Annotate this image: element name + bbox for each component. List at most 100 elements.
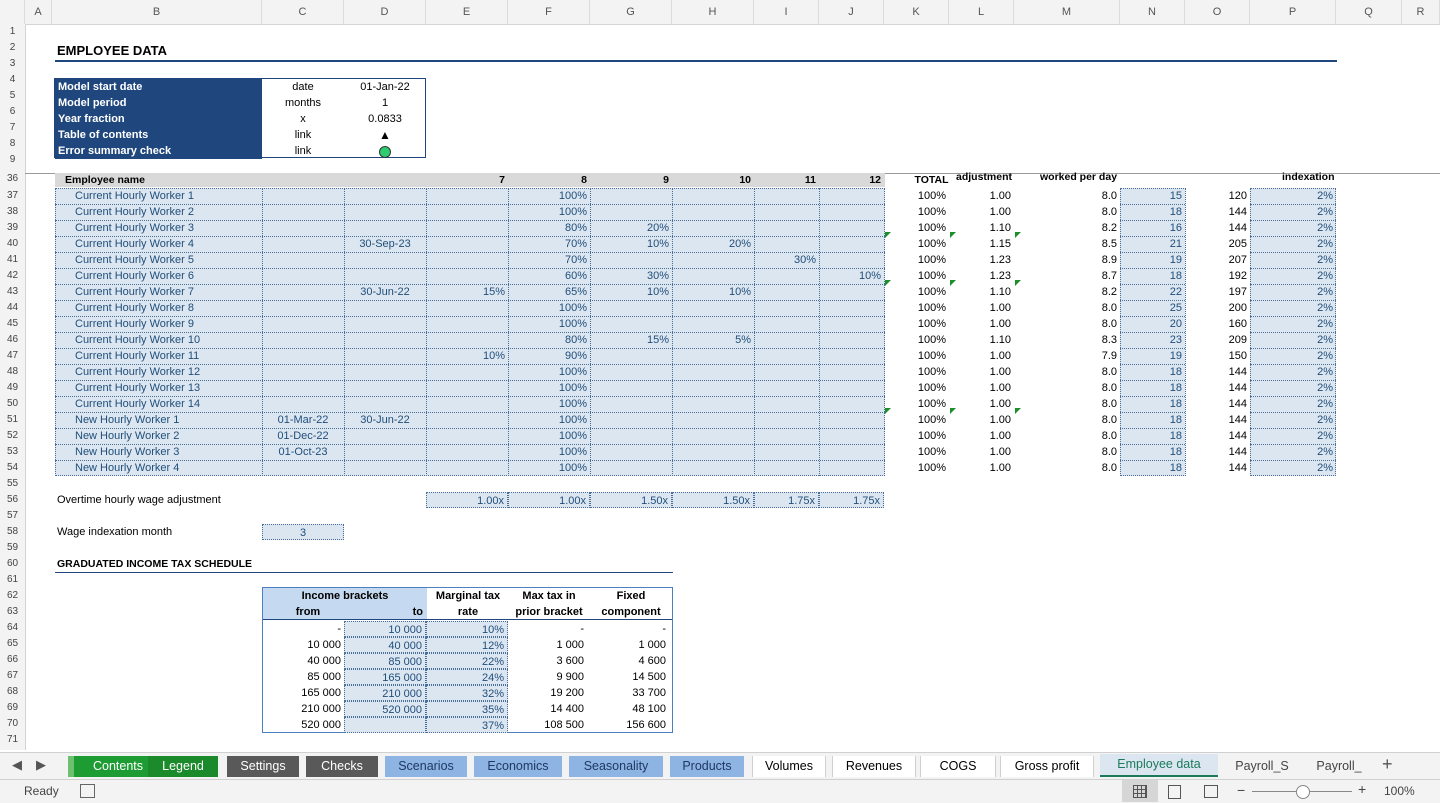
row-number[interactable]: 69 — [0, 700, 25, 716]
row-number[interactable]: 3 — [0, 56, 25, 72]
row-number[interactable]: 62 — [0, 588, 25, 604]
row-number[interactable]: 61 — [0, 572, 25, 588]
column-header-l[interactable]: L — [949, 0, 1014, 24]
row-number[interactable]: 64 — [0, 620, 25, 636]
row-number[interactable]: 51 — [0, 412, 25, 428]
row-number[interactable]: 59 — [0, 540, 25, 556]
row-number[interactable]: 68 — [0, 684, 25, 700]
row-number[interactable]: 60 — [0, 556, 25, 572]
sheet-tab-settings[interactable]: Settings — [227, 756, 299, 777]
row-number[interactable]: 37 — [0, 188, 25, 204]
row-number[interactable]: 45 — [0, 316, 25, 332]
rate-input[interactable]: 24% — [426, 669, 508, 685]
row-number[interactable]: 5 — [0, 88, 25, 104]
row-number[interactable]: 47 — [0, 348, 25, 364]
row-number[interactable]: 54 — [0, 460, 25, 476]
column-header-b[interactable]: B — [52, 0, 262, 24]
column-header-r[interactable]: R — [1402, 0, 1440, 24]
overtime-input[interactable]: 1.00x — [508, 492, 590, 508]
row-number[interactable]: 50 — [0, 396, 25, 412]
row-number[interactable]: 38 — [0, 204, 25, 220]
row-number[interactable]: 42 — [0, 268, 25, 284]
macro-record-icon[interactable] — [80, 784, 95, 798]
overtime-input[interactable]: 1.75x — [819, 492, 884, 508]
sheet-tab-payroll-s[interactable]: Payroll_S — [1222, 756, 1302, 777]
sheet-tab-revenues[interactable]: Revenues — [832, 756, 916, 777]
sheet-tab-employee-data[interactable]: Employee data — [1100, 754, 1218, 777]
rate-input[interactable]: 37% — [426, 717, 508, 733]
column-header-j[interactable]: J — [819, 0, 884, 24]
overtime-input[interactable]: 1.50x — [590, 492, 672, 508]
row-number[interactable]: 56 — [0, 492, 25, 508]
row-number[interactable]: 2 — [0, 40, 25, 56]
page-break-icon[interactable] — [1204, 785, 1218, 798]
row-number[interactable]: 63 — [0, 604, 25, 620]
rate-input[interactable]: 35% — [426, 701, 508, 717]
row-number[interactable]: 4 — [0, 72, 25, 88]
page-layout-icon[interactable] — [1168, 785, 1181, 799]
rate-input[interactable]: 32% — [426, 685, 508, 701]
column-header-n[interactable]: N — [1120, 0, 1185, 24]
bracket-to-input[interactable]: 85 000 — [344, 653, 426, 669]
bracket-to-input[interactable]: 40 000 — [344, 637, 426, 653]
rate-input[interactable]: 12% — [426, 637, 508, 653]
bracket-to-input[interactable]: 165 000 — [344, 669, 426, 685]
row-number[interactable]: 49 — [0, 380, 25, 396]
row-number[interactable]: 57 — [0, 508, 25, 524]
row-number[interactable]: 70 — [0, 716, 25, 732]
row-number[interactable]: 48 — [0, 364, 25, 380]
sheet-tab-scenarios[interactable]: Scenarios — [385, 756, 467, 777]
column-header-o[interactable]: O — [1185, 0, 1250, 24]
column-header-c[interactable]: C — [262, 0, 344, 24]
column-header-e[interactable]: E — [426, 0, 508, 24]
next-sheet-icon[interactable]: ▶ — [36, 757, 46, 773]
row-number[interactable]: 41 — [0, 252, 25, 268]
column-header-k[interactable]: K — [884, 0, 949, 24]
row-number[interactable]: 44 — [0, 300, 25, 316]
overtime-input[interactable]: 1.00x — [426, 492, 508, 508]
bracket-to-input[interactable]: 210 000 — [344, 685, 426, 701]
row-number[interactable]: 67 — [0, 668, 25, 684]
add-sheet-icon[interactable]: + — [1382, 754, 1393, 775]
row-number[interactable]: 40 — [0, 236, 25, 252]
row-number[interactable]: 52 — [0, 428, 25, 444]
sheet-tab-products[interactable]: Products — [670, 756, 744, 777]
row-number[interactable]: 46 — [0, 332, 25, 348]
overtime-input[interactable]: 1.75x — [754, 492, 819, 508]
overtime-input[interactable]: 1.50x — [672, 492, 754, 508]
zoom-in-icon[interactable]: + — [1358, 781, 1366, 797]
row-number[interactable]: 8 — [0, 136, 25, 152]
row-number[interactable]: 9 — [0, 152, 25, 168]
sheet-tab-economics[interactable]: Economics — [474, 756, 562, 777]
rate-input[interactable]: 10% — [426, 621, 508, 637]
row-number[interactable]: 7 — [0, 120, 25, 136]
row-number[interactable]: 71 — [0, 732, 25, 748]
toc-link-icon[interactable]: ▲ — [344, 127, 426, 143]
zoom-out-icon[interactable]: − — [1237, 782, 1245, 798]
column-header-g[interactable]: G — [590, 0, 672, 24]
prev-sheet-icon[interactable]: ◀ — [12, 757, 22, 773]
row-number[interactable]: 53 — [0, 444, 25, 460]
row-number[interactable]: 65 — [0, 636, 25, 652]
zoom-slider-track[interactable] — [1252, 785, 1352, 799]
row-number[interactable]: 6 — [0, 104, 25, 120]
column-header-f[interactable]: F — [508, 0, 590, 24]
sheet-tab-seasonality[interactable]: Seasonality — [569, 756, 663, 777]
column-header-h[interactable]: H — [672, 0, 754, 24]
select-all-corner[interactable] — [0, 0, 25, 24]
row-number[interactable]: 1 — [0, 24, 25, 40]
column-header-m[interactable]: M — [1014, 0, 1120, 24]
bracket-to-input[interactable]: 10 000 — [344, 621, 426, 637]
column-header-a[interactable]: A — [25, 0, 52, 24]
sheet-tab-checks[interactable]: Checks — [306, 756, 378, 777]
sheet-tab-cogs[interactable]: COGS — [920, 756, 996, 777]
column-header-p[interactable]: P — [1250, 0, 1336, 24]
row-number[interactable]: 66 — [0, 652, 25, 668]
row-number[interactable]: 39 — [0, 220, 25, 236]
sheet-tab-legend[interactable]: Legend — [148, 756, 218, 777]
sheet-tab-volumes[interactable]: Volumes — [752, 756, 826, 777]
sheet-tab-gross-profit[interactable]: Gross profit — [1000, 756, 1094, 777]
column-header-i[interactable]: I — [754, 0, 819, 24]
column-header-q[interactable]: Q — [1336, 0, 1402, 24]
bracket-to-input[interactable] — [344, 717, 426, 733]
